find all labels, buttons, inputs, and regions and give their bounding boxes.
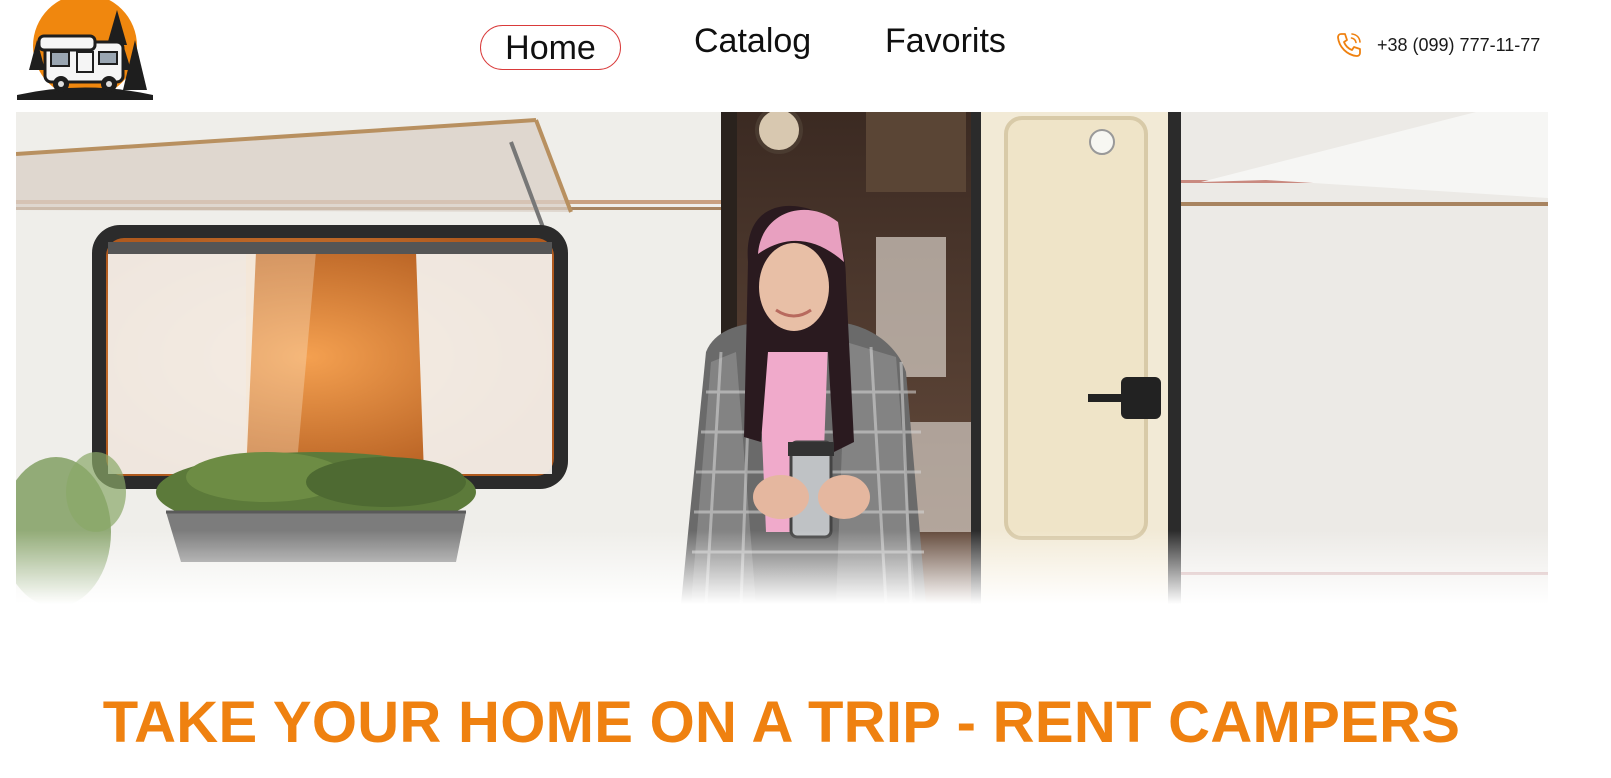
hero-image xyxy=(16,112,1548,604)
contact-phone[interactable]: +38 (099) 777-11-77 xyxy=(1334,28,1540,62)
hero-headline: TAKE YOUR HOME ON A TRIP - RENT CAMPERS xyxy=(102,689,1461,755)
phone-icon xyxy=(1334,30,1364,60)
site-header: Home Catalog Favorits +38 (099) 777-11-7… xyxy=(0,0,1611,112)
nav-favorits-link[interactable]: Favorits xyxy=(885,22,1006,61)
nav-catalog-link[interactable]: Catalog xyxy=(694,22,811,61)
nav-home-link[interactable]: Home xyxy=(480,25,621,70)
phone-number[interactable]: +38 (099) 777-11-77 xyxy=(1377,35,1540,56)
woman-at-camper-door-image xyxy=(16,112,1548,604)
